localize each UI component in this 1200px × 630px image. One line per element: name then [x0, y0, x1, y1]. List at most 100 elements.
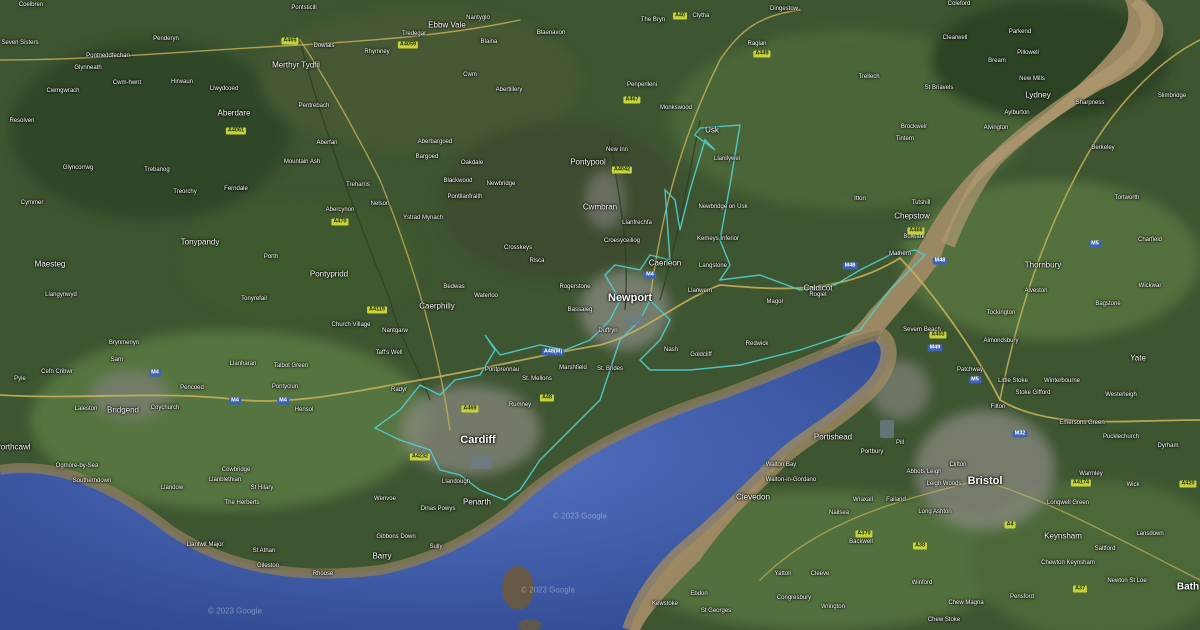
place-label-langstone[interactable]: Langstone [699, 263, 727, 269]
place-label-abercynon[interactable]: Abercynon [326, 207, 355, 213]
place-label-waterloo[interactable]: Waterloo [474, 293, 498, 299]
place-label-coychurch[interactable]: Coychurch [151, 405, 180, 411]
place-label-clevedon[interactable]: Clevedon [736, 493, 770, 502]
place-label-chew-magna[interactable]: Chew Magna [948, 600, 983, 606]
place-label-crosskeys[interactable]: Crosskeys [504, 245, 532, 251]
place-label-penarth[interactable]: Penarth [463, 498, 491, 507]
place-label-redwick[interactable]: Redwick [746, 341, 769, 347]
place-label-keynsham[interactable]: Keynsham [1044, 532, 1082, 541]
place-label-chewton-keynsham[interactable]: Chewton Keynsham [1041, 560, 1095, 566]
place-label-hensol[interactable]: Hensol [295, 407, 314, 413]
place-label-pontypool[interactable]: Pontypool [570, 158, 606, 167]
place-label-usk[interactable]: Usk [705, 126, 719, 135]
place-label-tutshill[interactable]: Tutshill [912, 200, 931, 206]
place-label-bargoed[interactable]: Bargoed [416, 154, 439, 160]
place-label-barry[interactable]: Barry [372, 552, 391, 561]
place-label-southerndown[interactable]: Southerndown [73, 478, 112, 484]
place-label-tortworth[interactable]: Tortworth [1115, 195, 1140, 201]
place-label-raglan[interactable]: Raglan [747, 41, 766, 47]
place-label-nelson[interactable]: Nelson [371, 201, 390, 207]
place-label-gibbons-down[interactable]: Gibbons Down [376, 534, 415, 540]
place-label-pucklechurch[interactable]: Pucklechurch [1103, 434, 1139, 440]
place-label-walton-in-gordano[interactable]: Walton-in-Gordano [766, 477, 816, 483]
place-label-winterbourne[interactable]: Winterbourne [1044, 378, 1080, 384]
place-label-llanblethian[interactable]: Llanblethian [209, 477, 241, 483]
place-label-treharris[interactable]: Treharris [346, 182, 370, 188]
place-label-tonyrefail[interactable]: Tonyrefail [241, 296, 267, 302]
place-label-ebbw-vale[interactable]: Ebbw Vale [428, 21, 466, 30]
place-label-sharpness[interactable]: Sharpness [1076, 100, 1105, 106]
place-label-church-village[interactable]: Church Village [332, 322, 371, 328]
place-label-cardiff[interactable]: Cardiff [460, 434, 495, 446]
place-label-pontsticill[interactable]: Pontsticill [291, 5, 316, 11]
place-label-llangynwyd[interactable]: Llangynwyd [45, 292, 77, 298]
place-label-wrington[interactable]: Wrington [821, 604, 845, 610]
place-label-abbots-leigh[interactable]: Abbots Leigh [906, 469, 941, 475]
satellite-map[interactable]: Cardiff Newport Bristol Bath Penarth Caerphil… [0, 0, 1200, 630]
place-label-pensford[interactable]: Pensford [1010, 594, 1034, 600]
place-label-new-mills[interactable]: New Mills [1019, 76, 1045, 82]
place-label-st-athan[interactable]: St Athan [253, 548, 276, 554]
place-label-st-mellons[interactable]: St. Mellons [522, 376, 552, 382]
place-label-rumney[interactable]: Rumney [509, 402, 531, 408]
place-label-llandough[interactable]: Llandough [442, 479, 470, 485]
place-label-tonypandy[interactable]: Tonypandy [181, 238, 220, 247]
place-label-patchway[interactable]: Patchway [957, 367, 983, 373]
place-label-dingestow[interactable]: Dingestow [770, 6, 798, 12]
place-label-cowbridge[interactable]: Cowbridge [222, 467, 251, 473]
place-label-nailsea[interactable]: Nailsea [829, 510, 849, 516]
place-label-tintern[interactable]: Tintern [896, 136, 914, 142]
place-label-berkeley[interactable]: Berkeley [1091, 145, 1114, 151]
place-label-emersons-green[interactable]: Emersons Green [1059, 420, 1104, 426]
place-label-stoke-gifford[interactable]: Stoke Gifford [1016, 390, 1051, 396]
place-label-porth[interactable]: Porth [264, 254, 278, 260]
place-label-little-stoke[interactable]: Little Stoke [998, 378, 1028, 384]
place-label-radyr[interactable]: Radyr [391, 387, 407, 393]
place-label-bedwas[interactable]: Bedwas [443, 284, 464, 290]
place-label-wick[interactable]: Wick [1127, 482, 1140, 488]
place-label-ystrad-mynach[interactable]: Ystrad Mynach [403, 215, 443, 221]
place-label-merthyr-tydfil[interactable]: Merthyr Tydfil [272, 61, 320, 70]
place-label-newbridge-on-usk[interactable]: Newbridge on Usk [698, 204, 747, 210]
place-label-pencoed[interactable]: Pencoed [180, 385, 204, 391]
place-label-backwell[interactable]: Backwell [849, 539, 873, 545]
place-label-wickwar[interactable]: Wickwar [1139, 283, 1162, 289]
place-label-pontypridd[interactable]: Pontypridd [310, 270, 348, 279]
place-label-glyncorrwg[interactable]: Glyncorrwg [63, 165, 93, 171]
place-label-coelbren[interactable]: Coelbren [19, 2, 43, 8]
place-label-pentrebach[interactable]: Pentrebach [299, 103, 330, 109]
place-label-duffryn[interactable]: Duffryn [598, 328, 617, 334]
place-label-bream[interactable]: Bream [988, 58, 1006, 64]
place-label-charfield[interactable]: Charfield [1138, 237, 1162, 243]
place-label-maesteg[interactable]: Maesteg [35, 260, 66, 269]
place-label-clytha[interactable]: Clytha [692, 13, 709, 19]
place-label-llanwern[interactable]: Llanwern [688, 288, 712, 294]
place-label-chepstow[interactable]: Chepstow [894, 212, 930, 221]
place-label-sully[interactable]: Sully [429, 544, 442, 550]
place-label-clifton[interactable]: Clifton [949, 462, 966, 468]
place-label-st-brides[interactable]: St. Brides [597, 366, 623, 372]
place-label-nantgarw[interactable]: Nantgarw [382, 328, 408, 334]
place-label-croesyceiliog[interactable]: Croesyceiliog [604, 238, 640, 244]
place-label-warmley[interactable]: Warmley [1079, 471, 1102, 477]
place-label-dinas-powys[interactable]: Dinas Powys [421, 506, 456, 512]
place-label-monkswood[interactable]: Monkswood [660, 105, 692, 111]
place-label-ferndale[interactable]: Ferndale [224, 186, 248, 192]
place-label-llantwit-major[interactable]: Llantwit Major [186, 542, 223, 548]
place-label-thornbury[interactable]: Thornbury [1025, 261, 1061, 270]
place-label-kemeys-inferior[interactable]: Kemeys Inferior [697, 236, 739, 242]
place-label-trellech[interactable]: Trellech [858, 74, 879, 80]
place-label-cleeve[interactable]: Cleeve [811, 571, 830, 577]
place-label-leigh-woods[interactable]: Leigh Woods [927, 481, 962, 487]
place-label-abertillery[interactable]: Abertillery [496, 87, 523, 93]
place-label-caerleon[interactable]: Caerleon [649, 259, 681, 268]
place-label-rogiet[interactable]: Rogiet [809, 292, 826, 298]
place-label-dowlais[interactable]: Dowlais [313, 43, 334, 49]
place-label-st-hilary[interactable]: St Hilary [251, 485, 274, 491]
place-label-bagstone[interactable]: Bagstone [1095, 301, 1120, 307]
place-label-sarn[interactable]: Sarn [111, 357, 124, 363]
place-label-pontyclun[interactable]: Pontyclun [272, 384, 298, 390]
place-label-gileston[interactable]: Gileston [257, 563, 279, 569]
place-label-st-briavels[interactable]: St Briavels [925, 85, 954, 91]
place-label-nash[interactable]: Nash [664, 347, 678, 353]
